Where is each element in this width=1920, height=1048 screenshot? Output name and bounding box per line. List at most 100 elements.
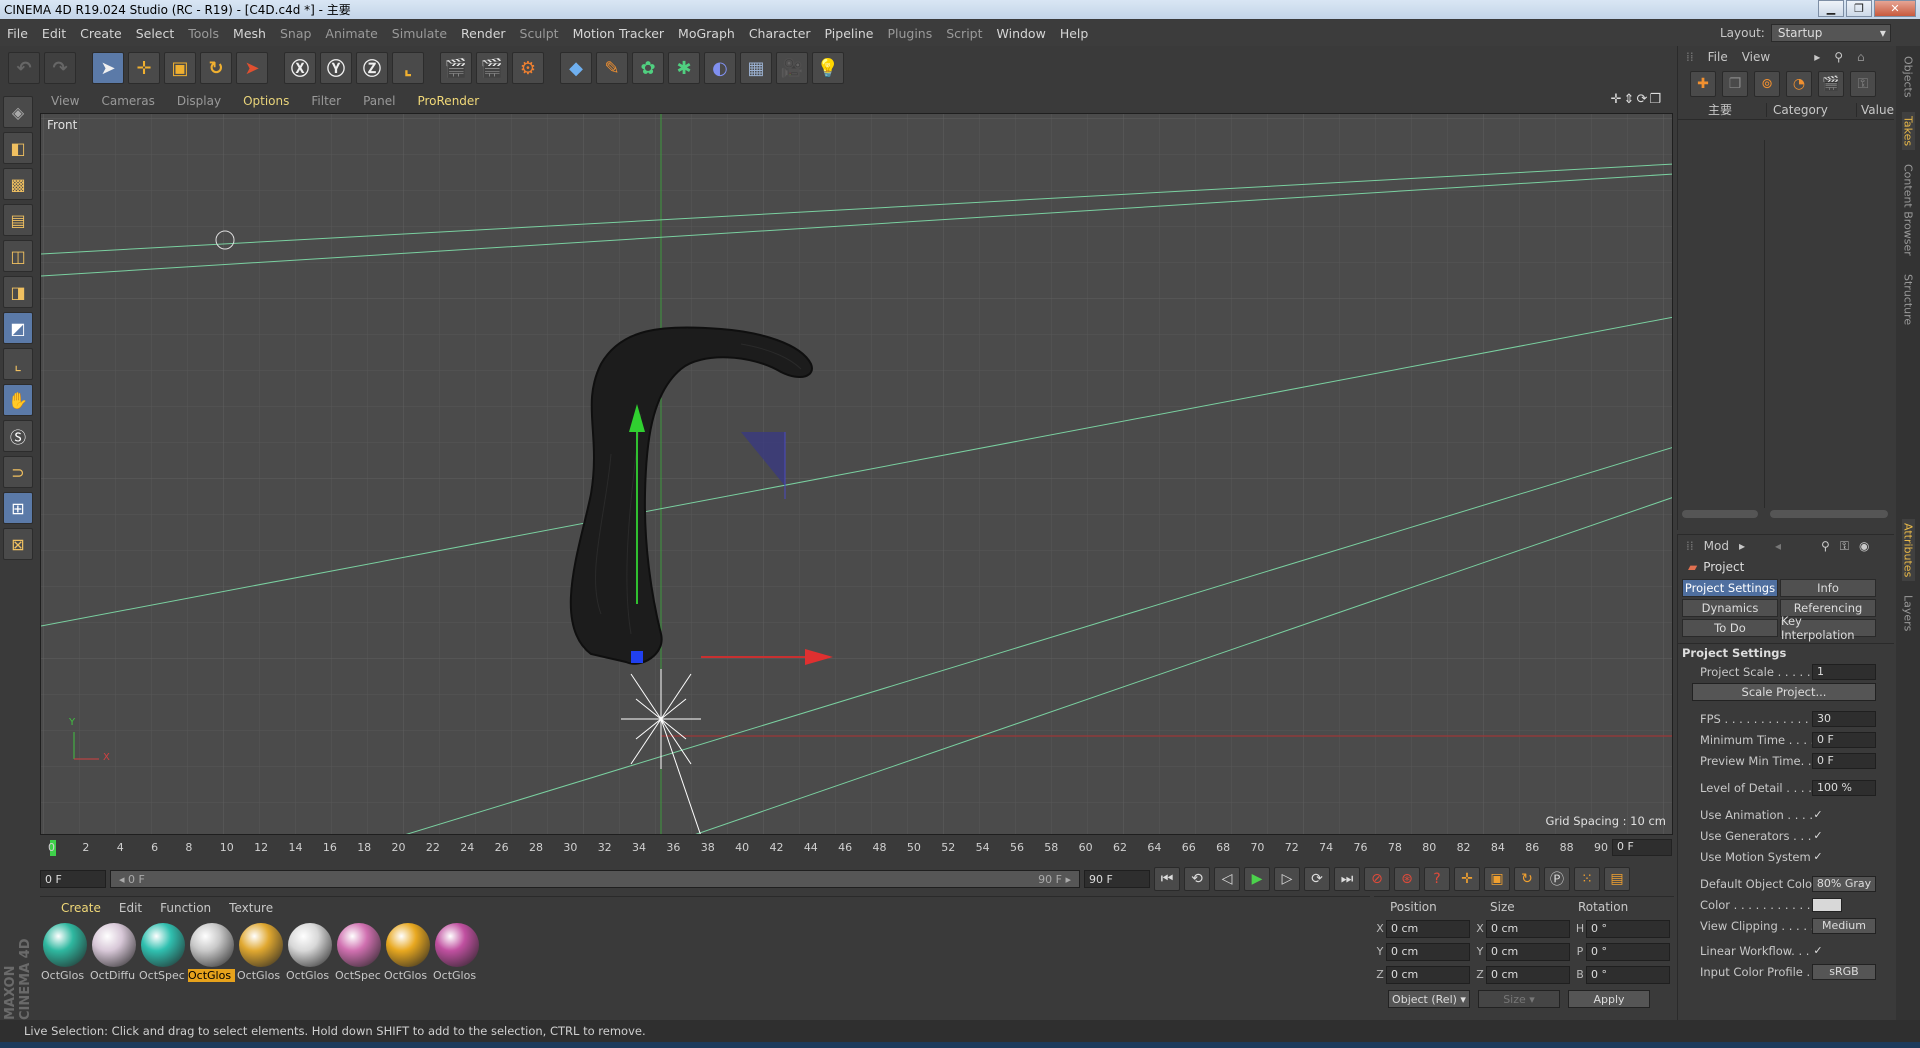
size-z-field[interactable]: 0 cm: [1486, 965, 1570, 984]
tweak-mode-icon[interactable]: ✋: [3, 384, 33, 416]
menu-simulate[interactable]: Simulate: [385, 26, 454, 41]
back-icon[interactable]: ◂: [1775, 539, 1781, 553]
key-rotation-icon[interactable]: ↻: [1514, 867, 1540, 891]
linear-workflow-checkbox[interactable]: ✓: [1812, 944, 1824, 957]
input-color-profile-select[interactable]: sRGB: [1812, 963, 1876, 980]
scrollbar-horizontal[interactable]: [1682, 510, 1758, 518]
position-z-field[interactable]: 0 cm: [1386, 965, 1470, 984]
record-keys-icon[interactable]: ⊘: [1364, 867, 1390, 891]
material-menu-texture[interactable]: Texture: [220, 901, 282, 915]
attribute-menu-mode[interactable]: Mod: [1704, 539, 1729, 553]
model-mode-icon[interactable]: ◧: [3, 132, 33, 164]
render-icon[interactable]: 🎬: [1818, 71, 1844, 97]
fps-field[interactable]: 30: [1812, 710, 1876, 727]
end-frame-field[interactable]: 90 F: [1084, 870, 1150, 888]
edges-mode-icon[interactable]: ◨: [3, 276, 33, 308]
minimize-button[interactable]: ▁: [1818, 0, 1844, 17]
material-item[interactable]: OctSpec: [335, 923, 381, 982]
take-clone-icon[interactable]: ❐: [1722, 71, 1748, 97]
go-to-start-icon[interactable]: ⏮: [1154, 867, 1180, 891]
go-to-end-icon[interactable]: ⏭: [1334, 867, 1360, 891]
y-axis-lock-icon[interactable]: Ⓨ: [320, 52, 352, 84]
material-item[interactable]: OctGlos: [384, 923, 430, 982]
render-picture-viewer-icon[interactable]: 🎬: [476, 52, 508, 84]
material-item[interactable]: OctDiffu: [90, 923, 136, 982]
position-y-field[interactable]: 0 cm: [1386, 942, 1470, 961]
deformer-icon[interactable]: ◐: [704, 52, 736, 84]
viewport-menu-options[interactable]: Options: [232, 94, 300, 108]
tab-dynamics[interactable]: Dynamics: [1682, 599, 1778, 617]
subdivision-icon[interactable]: ✿: [632, 52, 664, 84]
object-menu-view[interactable]: View: [1742, 50, 1770, 64]
use-animation-checkbox[interactable]: ✓: [1812, 808, 1824, 821]
rotate-icon[interactable]: ↻: [200, 52, 232, 84]
color-swatch[interactable]: [1812, 897, 1842, 912]
viewport-navigation-icons[interactable]: ✛⇕⟳❐: [1611, 92, 1663, 107]
side-tab-layers[interactable]: Layers: [1902, 591, 1915, 635]
menu-render[interactable]: Render: [454, 26, 513, 41]
layout-select[interactable]: Startup ▾: [1770, 24, 1891, 42]
tab-to-do[interactable]: To Do: [1682, 619, 1778, 637]
next-key-icon[interactable]: ⟳: [1304, 867, 1330, 891]
lock-workplane-icon[interactable]: ⊠: [3, 528, 33, 560]
material-item[interactable]: OctGlos: [237, 923, 283, 982]
search-icon[interactable]: ⚲: [1821, 539, 1830, 553]
cloner-icon[interactable]: ✱: [668, 52, 700, 84]
render-view-icon[interactable]: 🎬: [440, 52, 472, 84]
menu-tools[interactable]: Tools: [181, 26, 226, 41]
position-x-field[interactable]: 0 cm: [1386, 919, 1470, 938]
move-icon[interactable]: ✛: [128, 52, 160, 84]
key-position-icon[interactable]: ✛: [1454, 867, 1480, 891]
solo-icon[interactable]: Ⓢ: [3, 420, 33, 452]
redo-icon[interactable]: ↷: [44, 52, 76, 84]
search-icon[interactable]: ⚲: [1834, 50, 1843, 64]
tab-project-settings[interactable]: Project Settings: [1682, 579, 1778, 597]
viewport-menu-filter[interactable]: Filter: [300, 94, 352, 108]
side-tab-attributes[interactable]: Attributes: [1901, 518, 1915, 581]
rotation-h-field[interactable]: 0 °: [1586, 919, 1670, 938]
menu-pipeline[interactable]: Pipeline: [818, 26, 881, 41]
material-item[interactable]: OctSpec: [139, 923, 185, 982]
front-viewport[interactable]: Front Y X Grid Spacing : 10 cm: [40, 113, 1673, 835]
key-scale-icon[interactable]: ▣: [1484, 867, 1510, 891]
side-tab-content-browser[interactable]: Content Browser: [1902, 160, 1915, 260]
home-icon[interactable]: ⌂: [1857, 50, 1865, 64]
menu-script[interactable]: Script: [939, 26, 989, 41]
menu-help[interactable]: Help: [1053, 26, 1096, 41]
current-frame-field[interactable]: 0 F: [1612, 839, 1672, 856]
scale-project-button[interactable]: Scale Project...: [1692, 683, 1876, 701]
pen-icon[interactable]: ✎: [596, 52, 628, 84]
camera-icon[interactable]: 🎥: [776, 52, 808, 84]
default-object-color-select[interactable]: 80% Gray: [1812, 875, 1876, 892]
viewport-menu-prorender[interactable]: ProRender: [406, 94, 490, 108]
preview-min-time-field[interactable]: 0 F: [1812, 752, 1876, 769]
tab-info[interactable]: Info: [1780, 579, 1876, 597]
next-frame-icon[interactable]: ▷: [1274, 867, 1300, 891]
lock-icon[interactable]: ⚿: [1850, 71, 1876, 97]
cube-icon[interactable]: ◆: [560, 52, 592, 84]
keyframe-selection-icon[interactable]: ?: [1424, 867, 1450, 891]
side-tab-objects[interactable]: Objects: [1902, 52, 1915, 102]
minimum-time-field[interactable]: 0 F: [1812, 731, 1876, 748]
tab-key-interpolation[interactable]: Key Interpolation: [1780, 614, 1876, 642]
side-tab-takes[interactable]: Takes: [1901, 111, 1915, 150]
menu-file[interactable]: File: [0, 26, 35, 41]
object-list[interactable]: [1678, 140, 1895, 520]
material-item[interactable]: OctGlos: [188, 923, 235, 982]
viewport-menu-cameras[interactable]: Cameras: [90, 94, 165, 108]
side-tab-structure[interactable]: Structure: [1902, 270, 1915, 329]
viewport-menu-view[interactable]: View: [40, 94, 90, 108]
view-clipping-select[interactable]: Medium: [1812, 917, 1876, 934]
level-of-detail-field[interactable]: 100 %: [1812, 779, 1876, 796]
viewport-menu-display[interactable]: Display: [166, 94, 232, 108]
menu-plugins[interactable]: Plugins: [880, 26, 939, 41]
arrow-right-icon[interactable]: ▸: [1814, 50, 1820, 64]
start-frame-field[interactable]: 0 F: [40, 870, 106, 888]
make-editable-icon[interactable]: ◈: [3, 96, 33, 128]
texture-mode-icon[interactable]: ▩: [3, 168, 33, 200]
menu-select[interactable]: Select: [129, 26, 182, 41]
floor-icon[interactable]: ▦: [740, 52, 772, 84]
workplane-icon[interactable]: ▤: [3, 204, 33, 236]
points-mode-icon[interactable]: ◫: [3, 240, 33, 272]
undo-icon[interactable]: ↶: [8, 52, 40, 84]
